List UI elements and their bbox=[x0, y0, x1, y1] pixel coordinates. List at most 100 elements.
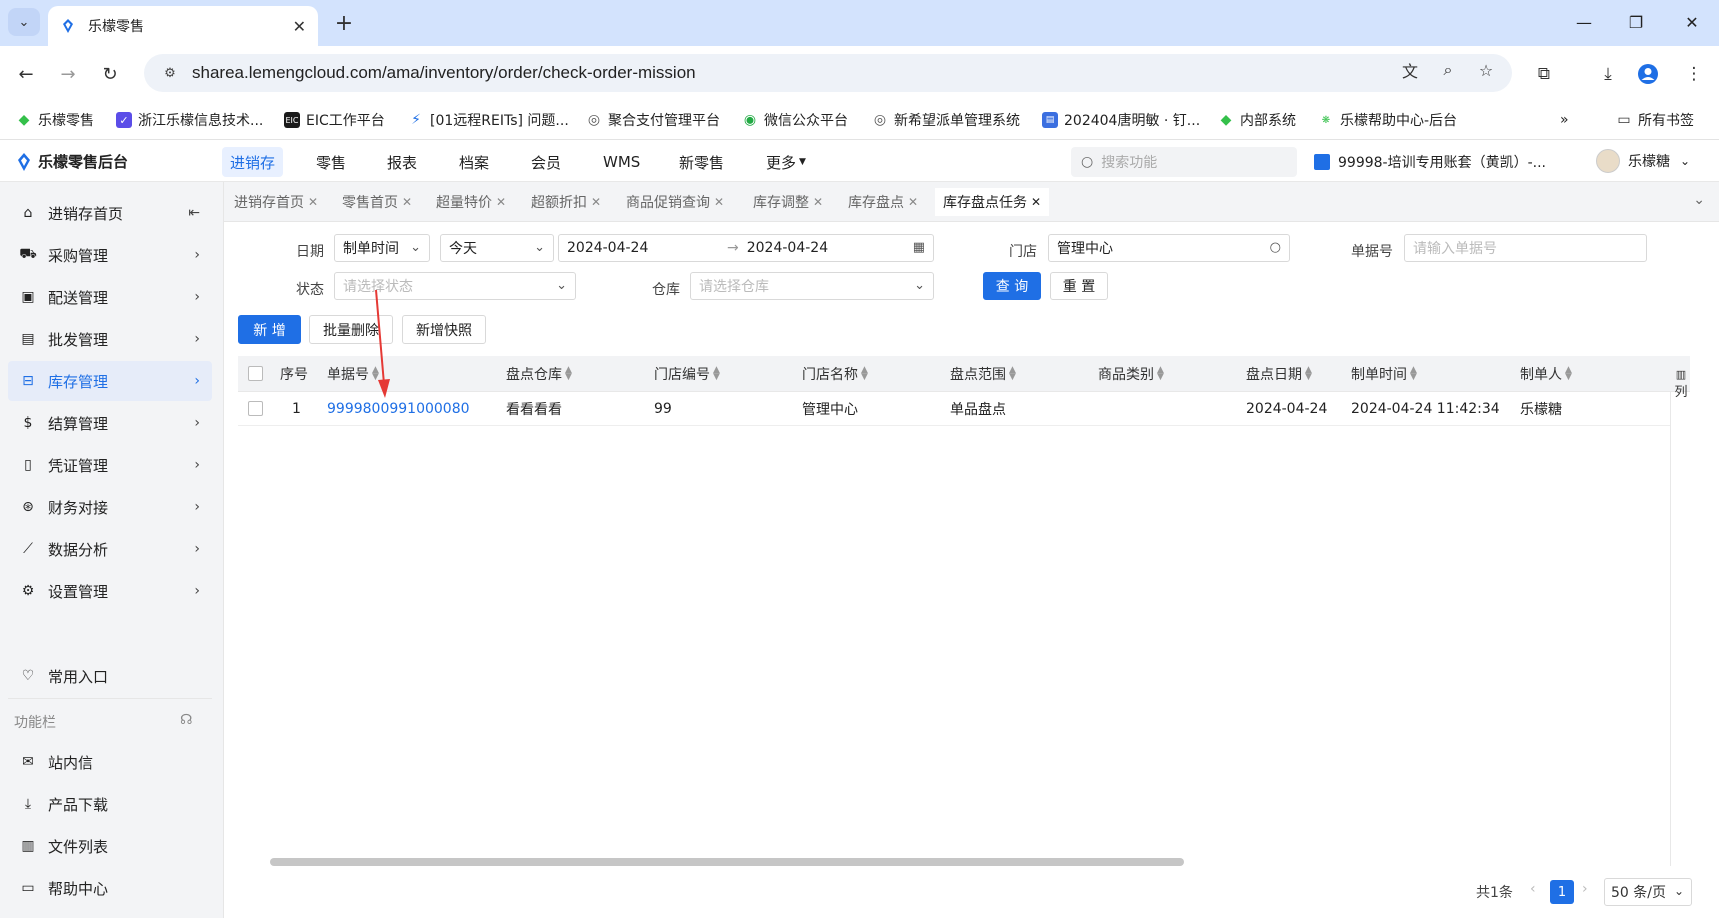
restore-window-icon[interactable]: ❐ bbox=[1616, 8, 1656, 36]
col-warehouse[interactable]: 盘点仓库 ▲ ▼ bbox=[506, 356, 572, 391]
tab-search-chevron-icon[interactable]: ⌄ bbox=[8, 8, 40, 36]
sort-icon[interactable]: ▲ ▼ bbox=[1009, 365, 1016, 381]
sidebar-item-analytics[interactable]: ⟋ 数据分析 › bbox=[8, 529, 212, 569]
sidebar-item-voucher[interactable]: ▯ 凭证管理 › bbox=[8, 445, 212, 485]
bookmark-item[interactable]: EIC EIC工作平台 bbox=[284, 110, 385, 130]
forward-arrow-icon[interactable]: → bbox=[54, 60, 82, 88]
sidebar-item-help[interactable]: ▭ 帮助中心 bbox=[8, 868, 212, 908]
topnav-inventory[interactable]: 进销存 bbox=[222, 147, 284, 177]
date-range-select[interactable]: 今天 ⌄ bbox=[440, 234, 554, 262]
pagination-current-page[interactable]: 1 bbox=[1550, 880, 1574, 904]
tab-retail-home[interactable]: 零售首页 ✕ bbox=[334, 188, 421, 216]
tab-stock-adjust[interactable]: 库存调整 ✕ bbox=[745, 188, 832, 216]
sidebar-item-messages[interactable]: ✉ 站内信 bbox=[8, 742, 212, 782]
profile-avatar-icon[interactable] bbox=[1634, 60, 1662, 88]
date-range-picker[interactable]: 2024-04-24 → 2024-04-24 ▦ bbox=[558, 234, 934, 262]
bookmark-item[interactable]: ◎ 聚合支付管理平台 bbox=[586, 110, 720, 130]
reset-button[interactable]: 重 置 bbox=[1050, 272, 1108, 300]
col-check-date[interactable]: 盘点日期 ▲ ▼ bbox=[1246, 356, 1312, 391]
add-snapshot-button[interactable]: 新增快照 bbox=[402, 315, 486, 344]
close-icon[interactable]: ✕ bbox=[714, 195, 724, 209]
downloads-icon[interactable]: ⤓ bbox=[1594, 60, 1622, 88]
close-icon[interactable]: ✕ bbox=[1031, 195, 1041, 209]
all-bookmarks[interactable]: ▭ 所有书签 bbox=[1616, 110, 1694, 130]
bookmark-item[interactable]: ◉ 微信公众平台 bbox=[742, 110, 848, 130]
col-docno[interactable]: 单据号 ▲ ▼ bbox=[327, 356, 379, 391]
bookmark-item[interactable]: ◎ 新希望派单管理系统 bbox=[872, 110, 1020, 130]
app-logo[interactable]: 乐檬零售后台 bbox=[16, 151, 128, 172]
next-page-icon[interactable]: › bbox=[1582, 881, 1588, 897]
close-icon[interactable]: ✕ bbox=[308, 195, 318, 209]
query-button[interactable]: 查 询 bbox=[983, 272, 1041, 300]
sort-icon[interactable]: ▲ ▼ bbox=[1410, 365, 1417, 381]
bookmark-item[interactable]: ▤ 202404唐明敏 · 钉... bbox=[1042, 110, 1200, 130]
close-tab-icon[interactable]: ✕ bbox=[293, 17, 306, 36]
warehouse-select[interactable]: 请选择仓库 ⌄ bbox=[690, 272, 934, 300]
col-category[interactable]: 商品类别 ▲ ▼ bbox=[1098, 356, 1164, 391]
close-icon[interactable]: ✕ bbox=[591, 195, 601, 209]
user-menu[interactable]: 乐檬糖 ⌄ bbox=[1596, 149, 1690, 173]
address-bar[interactable]: ⚙ sharea.lemengcloud.com/ama/inventory/o… bbox=[144, 54, 1512, 92]
sidebar-item-distribution[interactable]: ▣ 配送管理 › bbox=[8, 277, 212, 317]
col-scope[interactable]: 盘点范围 ▲ ▼ bbox=[950, 356, 1016, 391]
headset-icon[interactable]: ☊ bbox=[180, 712, 192, 728]
date-start[interactable]: 2024-04-24 bbox=[567, 240, 727, 256]
topnav-members[interactable]: 会员 bbox=[523, 147, 569, 177]
account-selector[interactable]: 99998-培训专用账套（黄凯）-... bbox=[1314, 152, 1546, 172]
table-row[interactable]: 1 9999800991000080 看看看看 99 管理中心 单品盘点 202… bbox=[238, 392, 1670, 426]
col-creator[interactable]: 制单人 ▲ ▼ bbox=[1520, 356, 1572, 391]
sidebar-item-inventory-home[interactable]: ⌂ 进销存首页 ⇤ bbox=[8, 193, 212, 233]
sidebar-item-files[interactable]: ▥ 文件列表 bbox=[8, 826, 212, 866]
collapse-sidebar-icon[interactable]: ⇤ bbox=[188, 205, 200, 221]
sidebar-item-purchase[interactable]: ⛟ 采购管理 › bbox=[8, 235, 212, 275]
tab-stock-check[interactable]: 库存盘点 ✕ bbox=[840, 188, 927, 216]
docno-input[interactable]: 请输入单据号 bbox=[1404, 234, 1647, 262]
row-checkbox[interactable] bbox=[248, 392, 263, 425]
col-store-code[interactable]: 门店编号 ▲ ▼ bbox=[654, 356, 720, 391]
topnav-archives[interactable]: 档案 bbox=[451, 147, 497, 177]
new-tab-plus-icon[interactable]: + bbox=[330, 10, 358, 36]
date-end[interactable]: 2024-04-24 bbox=[747, 240, 828, 256]
sort-icon[interactable]: ▲ ▼ bbox=[1157, 365, 1164, 381]
col-created-at[interactable]: 制单时间 ▲ ▼ bbox=[1351, 356, 1417, 391]
topnav-wms[interactable]: WMS bbox=[595, 147, 648, 177]
sidebar-item-settings[interactable]: ⚙ 设置管理 › bbox=[8, 571, 212, 611]
topnav-reports[interactable]: 报表 bbox=[379, 147, 425, 177]
tab-volume-special[interactable]: 超量特价 ✕ bbox=[428, 188, 515, 216]
calendar-icon[interactable]: ▦ bbox=[913, 240, 925, 255]
sort-icon[interactable]: ▲ ▼ bbox=[372, 365, 379, 381]
close-window-icon[interactable]: ✕ bbox=[1672, 8, 1712, 36]
topnav-retail[interactable]: 零售 bbox=[308, 147, 354, 177]
sidebar-item-downloads[interactable]: ⤓ 产品下载 bbox=[8, 784, 212, 824]
store-input[interactable]: 管理中心 ○ bbox=[1048, 234, 1290, 262]
bookmark-star-icon[interactable]: ☆ bbox=[1472, 56, 1500, 84]
batch-delete-button[interactable]: 批量删除 bbox=[309, 315, 393, 344]
translate-icon[interactable]: 文 bbox=[1396, 56, 1424, 84]
sort-icon[interactable]: ▲ ▼ bbox=[713, 365, 720, 381]
tab-inventory-home[interactable]: 进销存首页 ✕ bbox=[226, 188, 327, 216]
minimize-window-icon[interactable]: — bbox=[1564, 8, 1604, 36]
sidebar-item-wholesale[interactable]: ▤ 批发管理 › bbox=[8, 319, 212, 359]
sort-icon[interactable]: ▲ ▼ bbox=[1305, 365, 1312, 381]
sidebar-item-settlement[interactable]: $ 结算管理 › bbox=[8, 403, 212, 443]
cell-docno-link[interactable]: 9999800991000080 bbox=[327, 392, 470, 425]
status-select[interactable]: 请选择状态 ⌄ bbox=[334, 272, 576, 300]
sidebar-item-favorites[interactable]: ♡ 常用入口 bbox=[8, 656, 212, 696]
tab-stock-check-task[interactable]: 库存盘点任务 ✕ bbox=[935, 188, 1050, 216]
topnav-new-retail[interactable]: 新零售 bbox=[671, 147, 732, 177]
column-settings-button[interactable]: ▥ 列 bbox=[1671, 356, 1691, 426]
function-search-input[interactable]: ○ 搜索功能 bbox=[1071, 147, 1297, 177]
bookmark-item[interactable]: ◆ 内部系统 bbox=[1218, 110, 1296, 130]
extensions-icon[interactable]: ⧉ bbox=[1530, 60, 1558, 88]
browser-menu-icon[interactable]: ⋮ bbox=[1680, 60, 1708, 88]
tabs-more-chevron-icon[interactable]: ⌄ bbox=[1693, 192, 1705, 208]
date-type-select[interactable]: 制单时间 ⌄ bbox=[334, 234, 430, 262]
sort-icon[interactable]: ▲ ▼ bbox=[565, 365, 572, 381]
sort-icon[interactable]: ▲ ▼ bbox=[861, 365, 868, 381]
page-size-select[interactable]: 50 条/页 ⌄ bbox=[1604, 878, 1692, 906]
search-icon[interactable]: ○ bbox=[1270, 240, 1281, 255]
site-settings-icon[interactable]: ⚙ bbox=[160, 63, 180, 83]
bookmark-item[interactable]: ⚡ [01远程REITs] 问题... bbox=[408, 110, 569, 130]
horizontal-scrollbar[interactable] bbox=[270, 858, 1184, 866]
tab-promo-query[interactable]: 商品促销查询 ✕ bbox=[618, 188, 733, 216]
